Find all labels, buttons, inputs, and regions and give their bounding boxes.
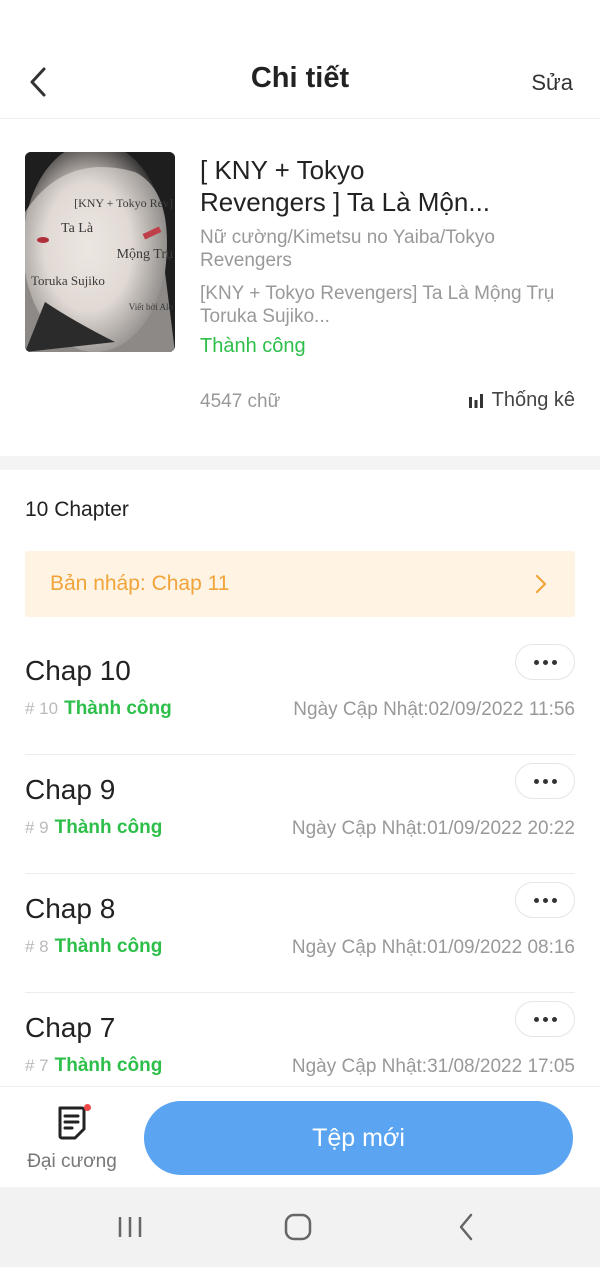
system-back-button[interactable] xyxy=(446,1207,486,1247)
chapter-updated-date: Ngày Cập Nhật:31/08/2022 17:05 xyxy=(291,1056,575,1077)
chapter-number: # 10 xyxy=(25,699,59,718)
chapter-number: # 9 xyxy=(25,818,49,837)
book-title-line: Revengers ] Ta Là Mộn... xyxy=(200,187,491,217)
chevron-left-icon xyxy=(30,67,46,97)
ellipsis-icon xyxy=(533,897,539,903)
chapter-number: # 8 xyxy=(25,937,49,956)
chapter-title: Chap 10 xyxy=(25,655,131,686)
chapter-row[interactable]: Chap 9 # 9 Thành công Ngày Cập Nhật:01/0… xyxy=(25,755,575,874)
chapter-updated-date: Ngày Cập Nhật:01/09/2022 20:22 xyxy=(291,818,575,839)
page-title: Chi tiết xyxy=(250,62,350,94)
chapter-more-button[interactable] xyxy=(515,882,575,918)
chapter-count: 10 Chapter xyxy=(25,498,129,521)
outline-label: Đại cương xyxy=(27,1151,117,1172)
draft-label: Bản nháp: Chap 11 xyxy=(50,572,230,595)
stats-label: Thống kê xyxy=(491,389,575,411)
bar-chart-icon xyxy=(468,393,483,408)
chapter-more-button[interactable] xyxy=(515,763,575,799)
chapter-meta: # 10 Thành công xyxy=(25,698,172,720)
back-icon xyxy=(459,1213,473,1241)
chapter-status: Thành công xyxy=(54,817,163,838)
notification-dot xyxy=(84,1104,91,1111)
chapter-more-button[interactable] xyxy=(515,1001,575,1037)
book-cover-image[interactable]: [KNY + Tokyo Rev] Ta Là Mộng Trụ Toruka … xyxy=(25,152,175,352)
bottom-action-bar: Đại cương Tệp mới xyxy=(0,1086,600,1187)
chapter-status: Thành công xyxy=(54,936,163,957)
book-description: [KNY + Tokyo Revengers] Ta Là Mộng Trụ T… xyxy=(200,282,575,328)
cover-text-line: Toruka Sujiko xyxy=(31,273,105,288)
home-button[interactable] xyxy=(278,1207,318,1247)
word-count: 4547 chữ xyxy=(200,391,281,412)
document-list-icon xyxy=(58,1106,86,1140)
chapter-status: Thành công xyxy=(54,1055,163,1076)
chapter-updated-date: Ngày Cập Nhật:02/09/2022 11:56 xyxy=(293,699,575,720)
cover-text-line: Ta Là xyxy=(61,221,94,236)
outline-button[interactable]: Đại cương xyxy=(22,1103,122,1173)
top-bar: Chi tiết Sửa xyxy=(0,40,600,120)
book-status: Thành công xyxy=(200,335,306,357)
book-title-line: [ KNY + Tokyo xyxy=(200,155,365,185)
chapter-title: Chap 8 xyxy=(25,893,116,924)
cover-text-line: Viết bởi Alo xyxy=(128,302,173,312)
book-description-line: Toruka Sujiko... xyxy=(200,306,330,327)
chapter-title: Chap 9 xyxy=(25,774,116,805)
chapter-updated-date: Ngày Cập Nhật:01/09/2022 08:16 xyxy=(291,937,575,958)
cover-text-line: [KNY + Tokyo Rev] xyxy=(74,196,173,210)
book-title[interactable]: [ KNY + Tokyo Revengers ] Ta Là Mộn... xyxy=(200,154,570,218)
chevron-right-icon xyxy=(535,574,547,594)
new-file-button[interactable]: Tệp mới xyxy=(144,1101,573,1175)
book-description-line: [KNY + Tokyo Revengers] Ta Là Mộng Trụ xyxy=(200,283,555,304)
section-divider xyxy=(0,456,600,470)
recent-apps-button[interactable] xyxy=(110,1207,150,1247)
back-button[interactable] xyxy=(20,64,56,100)
recent-apps-icon xyxy=(118,1217,142,1237)
cover-text-line: Mộng Trụ xyxy=(116,247,173,262)
chapter-title: Chap 7 xyxy=(25,1012,116,1043)
book-info-card: [KNY + Tokyo Rev] Ta Là Mộng Trụ Toruka … xyxy=(0,120,600,456)
system-navigation-bar xyxy=(0,1187,600,1267)
ellipsis-icon xyxy=(533,778,539,784)
chapter-row[interactable]: Chap 10 # 10 Thành công Ngày Cập Nhật:02… xyxy=(25,636,575,755)
chapter-meta: # 8 Thành công xyxy=(25,936,162,958)
chapter-number: # 7 xyxy=(25,1056,49,1075)
edit-button[interactable]: Sửa xyxy=(531,70,573,96)
home-icon xyxy=(284,1213,312,1241)
header-divider xyxy=(0,118,600,119)
stats-button[interactable]: Thống kê xyxy=(468,389,575,412)
chapter-meta: # 9 Thành công xyxy=(25,817,162,839)
chapter-more-button[interactable] xyxy=(515,644,575,680)
book-tags: Nữ cường/Kimetsu no Yaiba/Tokyo Revenger… xyxy=(200,227,495,271)
chapter-row[interactable]: Chap 8 # 8 Thành công Ngày Cập Nhật:01/0… xyxy=(25,874,575,993)
ellipsis-icon xyxy=(533,659,539,665)
ellipsis-icon xyxy=(533,1016,539,1022)
draft-chapter-banner[interactable]: Bản nháp: Chap 11 xyxy=(25,551,575,617)
chapter-meta: # 7 Thành công xyxy=(25,1055,162,1077)
chapter-status: Thành công xyxy=(64,698,172,719)
